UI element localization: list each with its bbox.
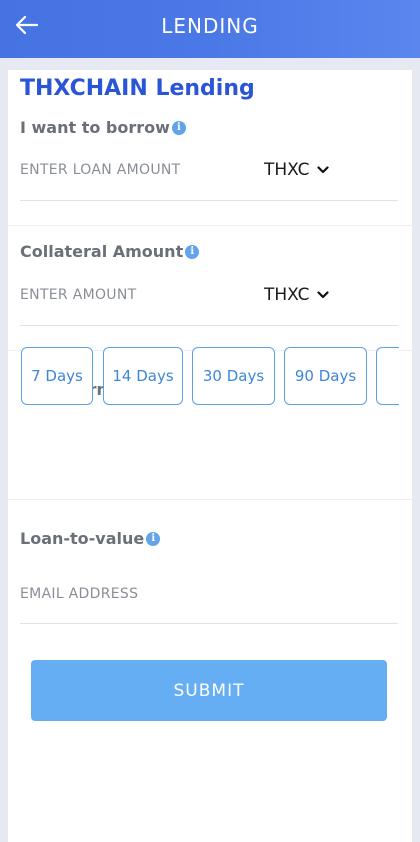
chevron-down-icon xyxy=(317,291,330,299)
section-divider xyxy=(8,225,412,226)
loan-term-option-7-days[interactable]: 7 Days xyxy=(21,347,93,405)
loan-term-option-partial[interactable] xyxy=(376,347,399,405)
loan-amount-input[interactable] xyxy=(20,158,250,182)
loan-term-option-90-days[interactable]: 90 Days xyxy=(284,347,367,405)
borrow-currency-select[interactable]: THXC xyxy=(264,160,330,180)
info-icon[interactable]: i xyxy=(185,244,200,259)
loan-term-option-30-days[interactable]: 30 Days xyxy=(192,347,275,405)
borrow-label-row: I want to borrow i xyxy=(20,118,186,137)
borrow-underline xyxy=(20,200,398,201)
collateral-label-row: Collateral Amount i xyxy=(20,242,200,261)
loan-term-options: 7 Days 14 Days 30 Days 90 Days xyxy=(21,347,399,407)
chevron-down-icon xyxy=(317,166,330,174)
info-icon[interactable]: i xyxy=(171,120,186,135)
collateral-underline xyxy=(20,325,398,326)
collateral-currency-value: THXC xyxy=(264,285,310,305)
collateral-label: Collateral Amount xyxy=(20,242,184,261)
app-bar: LENDING xyxy=(0,0,420,58)
borrow-currency-value: THXC xyxy=(264,160,310,180)
form-title: THXCHAIN Lending xyxy=(20,76,255,101)
borrow-label: I want to borrow xyxy=(20,118,170,137)
lending-form-card: THXCHAIN Lending I want to borrow i THXC… xyxy=(8,70,412,842)
ltv-input[interactable] xyxy=(20,582,250,606)
page-title: LENDING xyxy=(161,14,259,38)
loan-term-option-14-days[interactable]: 14 Days xyxy=(103,347,183,405)
submit-button[interactable]: SUBMIT xyxy=(31,660,387,721)
collateral-amount-input[interactable] xyxy=(20,283,250,307)
collateral-currency-select[interactable]: THXC xyxy=(264,285,330,305)
